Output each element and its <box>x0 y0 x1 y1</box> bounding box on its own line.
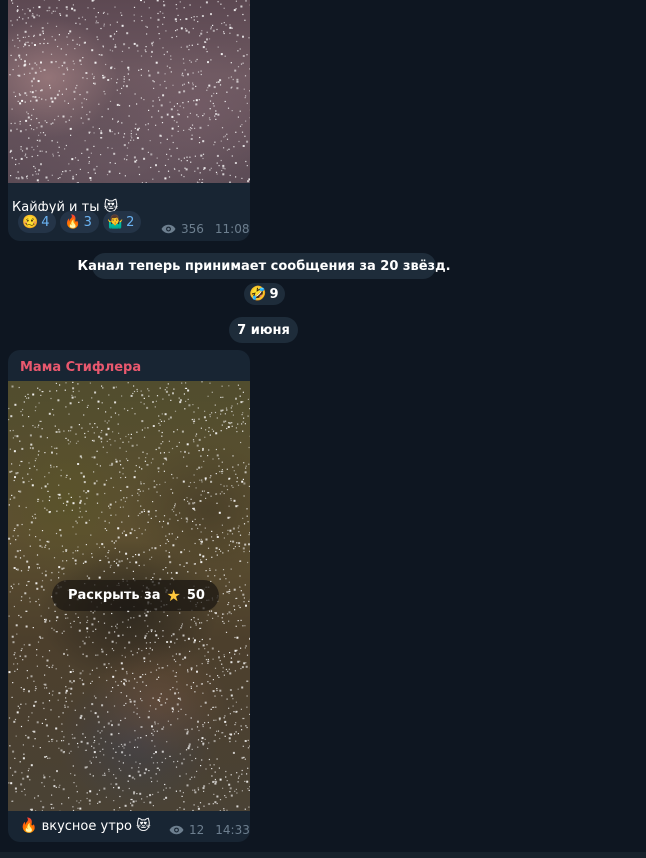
caption-emoji: 😻 <box>136 818 151 834</box>
woozy-face-emoji: 🥴 <box>22 214 39 230</box>
eye-icon <box>161 224 176 234</box>
reaction-count: 9 <box>269 286 279 302</box>
eye-icon <box>169 825 184 835</box>
reveal-price: 50 <box>186 588 205 603</box>
caption-text: вкусное утро <box>41 819 132 834</box>
service-reaction[interactable]: 🤣 9 <box>244 283 286 305</box>
spoiler-media[interactable] <box>8 0 250 183</box>
date-separator[interactable]: 7 июня <box>229 317 298 343</box>
message-time: 11:08 <box>214 222 250 236</box>
star-icon: ★ <box>166 586 181 605</box>
rofl-emoji: 🤣 <box>249 286 267 302</box>
spoiler-noise <box>9 0 250 183</box>
message-meta: 356 11:08 <box>161 222 250 236</box>
shrug-emoji: 🤷‍♂️ <box>106 214 124 230</box>
chat-history[interactable]: Кайфуй и ты 😻 🥴 4 🔥 3 🤷‍♂️ 2 356 11:08 К… <box>0 0 646 858</box>
view-count: 12 <box>189 823 205 837</box>
message-time: 14:33 <box>215 823 250 837</box>
reveal-label: Раскрыть за <box>68 588 161 603</box>
reaction-count: 3 <box>83 214 92 230</box>
composer-edge <box>0 852 646 858</box>
reactions-bar: 🥴 4 🔥 3 🤷‍♂️ 2 <box>18 211 142 233</box>
fire-emoji: 🔥 <box>20 818 38 834</box>
reveal-paid-media-button[interactable]: Раскрыть за ★ 50 <box>52 580 219 611</box>
reaction-count: 4 <box>41 214 50 230</box>
sender-name[interactable]: Мама Стифлера <box>20 360 141 375</box>
reaction-woozy[interactable]: 🥴 4 <box>18 211 57 233</box>
message-meta: 12 14:33 <box>169 823 250 837</box>
view-count: 356 <box>181 222 204 236</box>
fire-emoji: 🔥 <box>64 214 81 230</box>
message-caption: 🔥 вкусное утро 😻 <box>20 818 151 834</box>
reaction-shrug[interactable]: 🤷‍♂️ 2 <box>102 211 142 233</box>
reaction-fire[interactable]: 🔥 3 <box>60 211 99 233</box>
reaction-count: 2 <box>126 214 135 230</box>
service-message: Канал теперь принимает сообщения за 20 з… <box>77 253 451 279</box>
